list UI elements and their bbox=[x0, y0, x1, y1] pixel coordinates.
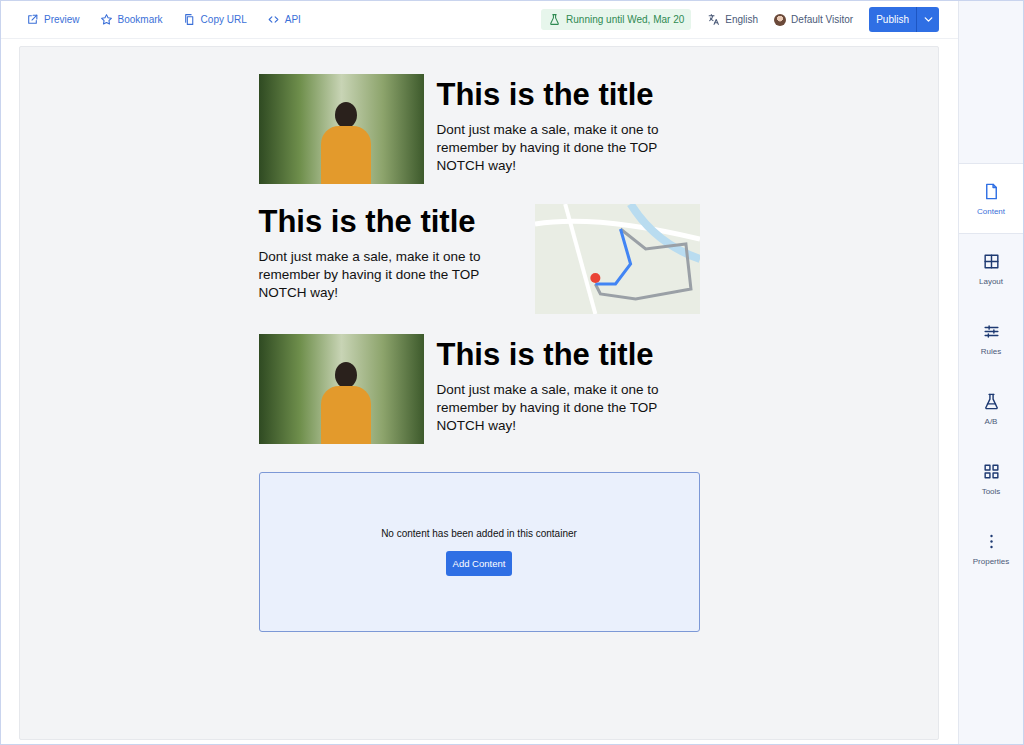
toolbar-action-label: Preview bbox=[44, 14, 80, 25]
canvas-area: This is the title Dont just make a sale, … bbox=[1, 39, 958, 744]
block-title: This is the title bbox=[259, 204, 491, 240]
layout-icon bbox=[982, 252, 1001, 271]
toolbar-right: Running until Wed, Mar 20 English Default … bbox=[541, 7, 939, 32]
copy-icon bbox=[183, 13, 196, 26]
sidebar-item[interactable]: Tools bbox=[959, 444, 1023, 514]
content-block[interactable]: This is the title Dont just make a sale, … bbox=[259, 334, 700, 444]
toolbar-actions: Preview Bookmark Copy URL API bbox=[26, 13, 301, 26]
publish-button-group: Publish bbox=[869, 7, 939, 32]
translate-icon bbox=[707, 13, 720, 26]
photo-image bbox=[259, 334, 424, 444]
flask-icon bbox=[982, 392, 1001, 411]
toolbar-action-label: Bookmark bbox=[118, 14, 163, 25]
document-icon bbox=[982, 182, 1001, 201]
map-image bbox=[535, 204, 700, 314]
publish-dropdown[interactable] bbox=[916, 7, 939, 32]
sidebar-item[interactable]: Rules bbox=[959, 304, 1023, 374]
toolbar-action-label: Copy URL bbox=[201, 14, 247, 25]
main-area: Preview Bookmark Copy URL API Running until … bbox=[1, 1, 958, 744]
preview-icon bbox=[26, 13, 39, 26]
toolbar-action[interactable]: Bookmark bbox=[100, 13, 163, 26]
toolbar: Preview Bookmark Copy URL API Running until … bbox=[1, 1, 958, 39]
block-description: Dont just make a sale, make it one to re… bbox=[437, 121, 669, 175]
block-text: This is the title Dont just make a sale, … bbox=[437, 74, 669, 184]
language-selector[interactable]: English bbox=[707, 13, 758, 26]
chevron-down-icon bbox=[922, 13, 935, 26]
block-description: Dont just make a sale, make it one to re… bbox=[437, 381, 669, 435]
status-badge: Running until Wed, Mar 20 bbox=[541, 9, 691, 30]
publish-button[interactable]: Publish bbox=[869, 7, 916, 32]
block-title: This is the title bbox=[437, 337, 669, 373]
block-description: Dont just make a sale, make it one to re… bbox=[259, 248, 491, 302]
flask-icon bbox=[548, 13, 561, 26]
toolbar-action-label: API bbox=[285, 14, 301, 25]
content-block[interactable]: This is the title Dont just make a sale, … bbox=[259, 74, 700, 184]
toolbar-action[interactable]: Copy URL bbox=[183, 13, 247, 26]
empty-message: No content has been added in this contai… bbox=[381, 528, 577, 539]
block-text: This is the title Dont just make a sale, … bbox=[437, 334, 669, 444]
block-title: This is the title bbox=[437, 77, 669, 113]
sidebar-item[interactable]: Layout bbox=[959, 234, 1023, 304]
content-column: This is the title Dont just make a sale, … bbox=[259, 74, 700, 739]
toolbar-action[interactable]: API bbox=[267, 13, 301, 26]
content-block[interactable]: This is the title Dont just make a sale, … bbox=[259, 204, 700, 314]
code-icon bbox=[267, 13, 280, 26]
empty-container: No content has been added in this contai… bbox=[259, 472, 700, 632]
toolbar-action[interactable]: Preview bbox=[26, 13, 80, 26]
tools-icon bbox=[982, 462, 1001, 481]
editor-app: Preview Bookmark Copy URL API Running until … bbox=[0, 0, 1024, 745]
add-content-button[interactable]: Add Content bbox=[446, 551, 513, 576]
sidebar-item[interactable]: A/B bbox=[959, 374, 1023, 444]
sidebar: ContentLayoutRulesA/BToolsProperties bbox=[958, 1, 1023, 744]
sidebar-item[interactable]: Properties bbox=[959, 514, 1023, 584]
visitor-selector[interactable]: Default Visitor bbox=[774, 14, 853, 26]
canvas: This is the title Dont just make a sale, … bbox=[19, 46, 939, 740]
block-text: This is the title Dont just make a sale, … bbox=[259, 204, 491, 314]
sliders-icon bbox=[982, 322, 1001, 341]
more-icon bbox=[982, 532, 1001, 551]
avatar-icon bbox=[774, 14, 786, 26]
star-icon bbox=[100, 13, 113, 26]
photo-image bbox=[259, 74, 424, 184]
sidebar-item[interactable]: Content bbox=[959, 164, 1023, 234]
